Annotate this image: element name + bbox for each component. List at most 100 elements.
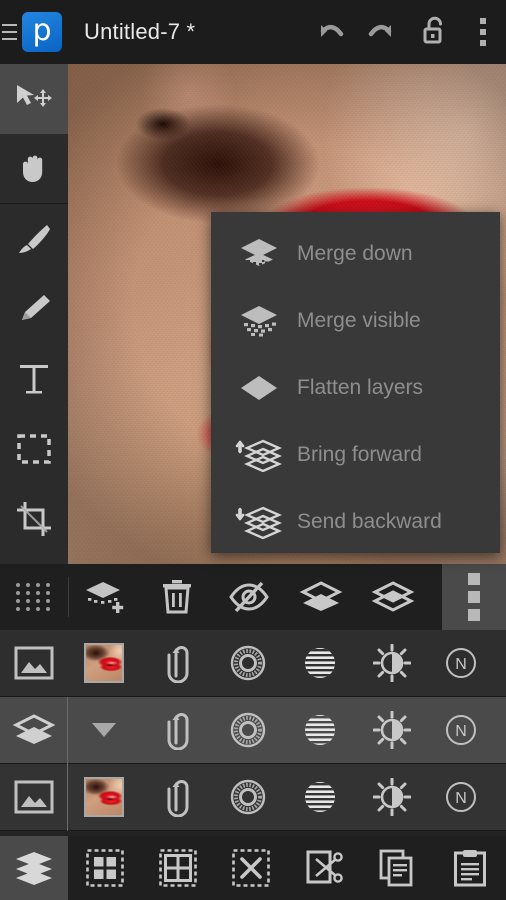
group-nesting-line (67, 697, 68, 764)
lips-photo-thumbnail (84, 777, 124, 817)
hide-layer-button[interactable] (213, 564, 285, 630)
layer-brightness-button[interactable] (356, 764, 428, 831)
cut-button[interactable] (287, 836, 360, 900)
striped-circle-icon (305, 715, 335, 745)
image-layer-icon[interactable] (0, 630, 68, 697)
kebab-dot (480, 18, 486, 24)
layer-opacity-button[interactable] (284, 764, 356, 831)
layer-thumbnail[interactable] (68, 764, 140, 831)
layer-mask-button[interactable] (212, 630, 284, 697)
invert-selection-button[interactable] (141, 836, 214, 900)
menu-item-label: Send backward (297, 509, 442, 533)
overflow-button[interactable] (460, 0, 506, 64)
layer-list: N N N (0, 630, 506, 834)
text-tool[interactable] (0, 344, 68, 414)
hamburger-bar (2, 24, 17, 26)
eraser-icon (22, 295, 50, 320)
dot-grid-icon (16, 583, 52, 611)
paperclip-icon (167, 713, 189, 750)
add-layer-icon (86, 582, 124, 613)
menu-item-bring-forward[interactable]: Bring forward (211, 421, 500, 488)
layer-group-icon[interactable] (0, 697, 68, 764)
layer-row[interactable]: N (0, 697, 506, 764)
layer-blend-mode-button[interactable]: N (428, 697, 494, 764)
bring-forward-icon (233, 438, 285, 472)
layer-grid-button[interactable] (0, 564, 68, 630)
layer-opacity-button[interactable] (284, 697, 356, 764)
send-backward-icon (233, 505, 285, 539)
merge-layer-button[interactable] (357, 564, 429, 630)
lock-button[interactable] (408, 0, 460, 64)
striped-circle-icon (305, 782, 335, 812)
paste-button[interactable] (433, 836, 506, 900)
trash-icon (163, 580, 191, 614)
chevron-down-icon (92, 723, 116, 737)
menu-item-flatten-layers[interactable]: Flatten layers (211, 354, 500, 421)
app-logo-letter: p (32, 12, 52, 48)
eraser-tool[interactable] (0, 274, 68, 344)
redo-icon (368, 24, 392, 37)
kebab-dot (480, 29, 486, 35)
image-layer-icon[interactable] (0, 764, 68, 831)
tool-sidebar (0, 64, 68, 564)
layer-overflow-button[interactable] (442, 564, 506, 630)
text-t-icon (20, 365, 48, 394)
layer-blend-mode-button[interactable]: N (428, 630, 494, 697)
marquee-select-tool[interactable] (0, 414, 68, 484)
invert-selection-icon (158, 849, 197, 887)
copy-button[interactable] (360, 836, 433, 900)
menu-item-label: Merge down (297, 241, 413, 265)
layer-mask-button[interactable] (212, 697, 284, 764)
menu-item-merge-down[interactable]: Merge down (211, 220, 500, 287)
layer-link-button[interactable] (140, 630, 212, 697)
layer-link-button[interactable] (140, 697, 212, 764)
sun-contrast-icon (373, 711, 411, 749)
menu-item-merge-visible[interactable]: Merge visible (211, 287, 500, 354)
delete-layer-button[interactable] (141, 564, 213, 630)
layer-blend-mode-button[interactable]: N (428, 764, 494, 831)
add-layer-button[interactable] (69, 564, 141, 630)
merge-visible-icon (233, 304, 285, 338)
deselect-x-icon (231, 849, 270, 887)
undo-button[interactable] (304, 0, 356, 64)
paperclip-icon (167, 646, 189, 683)
svg-text:N: N (455, 656, 467, 673)
layer-context-menu: Merge down Merge visible Flatten layers … (211, 212, 500, 553)
blend-mode-icon: N (446, 782, 476, 812)
layer-brightness-button[interactable] (356, 697, 428, 764)
brush-tool[interactable] (0, 204, 68, 274)
svg-text:N: N (455, 790, 467, 807)
layer-brightness-button[interactable] (356, 630, 428, 697)
hand-tool[interactable] (0, 134, 68, 204)
layer-opacity-button[interactable] (284, 630, 356, 697)
app-logo[interactable]: p (22, 12, 62, 52)
move-tool[interactable] (0, 64, 68, 134)
dashed-rectangle-icon (17, 434, 51, 464)
crop-tool[interactable] (0, 484, 68, 554)
mask-ring-icon (230, 779, 266, 815)
hamburger-bar (2, 31, 17, 33)
mask-ring-icon (230, 712, 266, 748)
paintbrush-icon (19, 225, 50, 253)
duplicate-layer-button[interactable] (285, 564, 357, 630)
hamburger-icon[interactable] (0, 0, 22, 64)
menu-item-label: Merge visible (297, 308, 421, 332)
layer-row[interactable]: N (0, 764, 506, 831)
layer-row[interactable]: N (0, 630, 506, 697)
layer-thumbnail[interactable] (68, 630, 140, 697)
redo-button[interactable] (356, 0, 408, 64)
deselect-button[interactable] (214, 836, 287, 900)
layers-stack-icon (299, 581, 343, 611)
layer-link-button[interactable] (140, 764, 212, 831)
clipboard-paste-icon (453, 850, 486, 887)
kebab-icon (480, 16, 486, 49)
select-all-button[interactable] (68, 836, 141, 900)
unlock-icon (423, 16, 442, 44)
scissors-cut-icon (306, 850, 343, 884)
menu-item-send-backward[interactable]: Send backward (211, 488, 500, 555)
layers-stack-icon (16, 852, 52, 885)
undo-icon (320, 24, 344, 37)
tab-layers[interactable] (0, 836, 68, 900)
layer-mask-button[interactable] (212, 764, 284, 831)
group-collapse-toggle[interactable] (68, 697, 140, 764)
